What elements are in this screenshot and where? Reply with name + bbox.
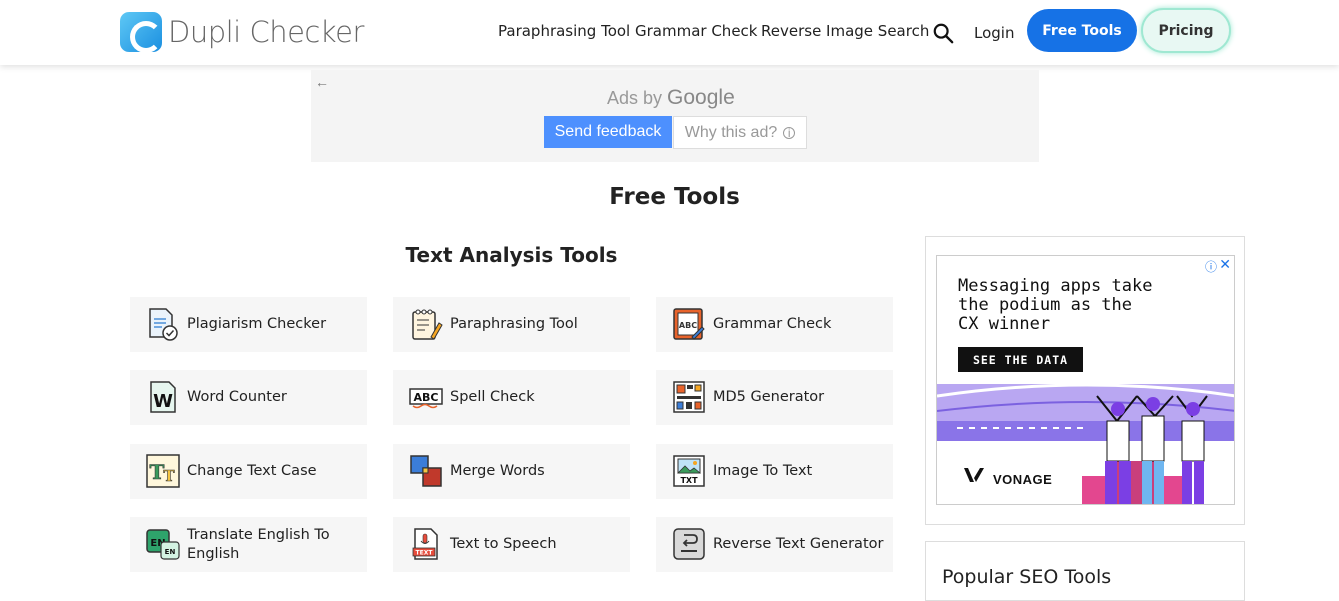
google-label: Google: [667, 86, 735, 109]
tool-card-grammar-check[interactable]: ABC Grammar Check: [656, 297, 893, 352]
why-this-ad-button[interactable]: Why this ad? i: [673, 116, 807, 149]
tool-label: MD5 Generator: [713, 389, 825, 405]
image-to-text-icon: TXT: [673, 455, 705, 487]
tool-label: Reverse Text Generator: [713, 536, 884, 552]
tool-label: Merge Words: [450, 463, 545, 479]
tool-label: Plagiarism Checker: [187, 316, 327, 332]
ads-by-label: Ads by: [607, 88, 663, 108]
ad-headline: Messaging apps take the podium as the CX…: [958, 276, 1153, 334]
ad-info-icon[interactable]: ⓘ: [1205, 258, 1217, 275]
plagiarism-icon: [149, 308, 178, 341]
pricing-button[interactable]: Pricing: [1141, 8, 1231, 53]
google-ad-strip: ← Ads by Google Send feedback Why this a…: [311, 70, 1039, 162]
login-link[interactable]: Login: [974, 24, 1014, 42]
tool-label: Change Text Case: [187, 463, 317, 479]
grammar-icon: ABC: [673, 308, 705, 340]
svg-text:T: T: [150, 460, 165, 484]
logo-text: Dupli Checker: [168, 15, 364, 49]
ads-by-google: Ads by Google: [607, 86, 735, 110]
svg-text:W: W: [153, 391, 173, 412]
tool-card-md5-generator[interactable]: MD5 Generator: [656, 370, 893, 425]
tool-card-image-to-text[interactable]: TXT Image To Text: [656, 444, 893, 499]
nav-grammar-check[interactable]: Grammar Check: [635, 22, 757, 40]
svg-text:ABC: ABC: [414, 391, 439, 404]
md5-icon: [673, 381, 705, 413]
svg-text:T: T: [163, 467, 175, 485]
nav-reverse-image-search[interactable]: Reverse Image Search: [761, 22, 929, 40]
popular-seo-tools-title: Popular SEO Tools: [942, 566, 1112, 588]
page-title: Free Tools: [609, 184, 740, 210]
tool-card-merge-words[interactable]: Merge Words: [393, 444, 630, 499]
free-tools-button[interactable]: Free Tools: [1027, 9, 1137, 52]
site-header: Dupli Checker Paraphrasing Tool Grammar …: [0, 0, 1339, 65]
spell-check-icon: ABC: [409, 388, 443, 409]
svg-text:TXT: TXT: [680, 476, 698, 485]
tool-label: Translate English To English: [187, 526, 330, 562]
site-logo[interactable]: Dupli Checker: [120, 12, 364, 53]
svg-text:ABC: ABC: [679, 321, 697, 330]
popular-seo-tools-box: Popular SEO Tools: [925, 541, 1245, 601]
search-icon[interactable]: [932, 22, 954, 44]
tool-label: Text to Speech: [450, 536, 557, 552]
tool-card-change-text-case[interactable]: T T Change Text Case: [130, 444, 367, 499]
send-feedback-button[interactable]: Send feedback: [544, 116, 672, 148]
logo-icon: [120, 12, 162, 53]
vonage-ad[interactable]: Messaging apps take the podium as the CX…: [936, 255, 1235, 505]
tool-card-paraphrasing-tool[interactable]: Paraphrasing Tool: [393, 297, 630, 352]
tool-card-reverse-text-generator[interactable]: Reverse Text Generator: [656, 517, 893, 572]
text-to-speech-icon: TEXT: [412, 528, 438, 560]
text-case-icon: T T: [146, 454, 180, 488]
tool-label: Paraphrasing Tool: [450, 316, 578, 332]
why-this-ad-label: Why this ad?: [684, 123, 778, 141]
word-counter-icon: W: [150, 381, 176, 413]
side-ad-container: Messaging apps take the podium as the CX…: [925, 236, 1245, 525]
vonage-logo-icon: [964, 468, 984, 482]
nav-paraphrasing-tool[interactable]: Paraphrasing Tool: [498, 22, 630, 40]
section-subtitle: Text Analysis Tools: [405, 243, 618, 267]
tool-card-plagiarism-checker[interactable]: Plagiarism Checker: [130, 297, 367, 352]
tool-label: Image To Text: [713, 463, 813, 479]
svg-text:TEXT: TEXT: [416, 550, 434, 557]
tool-label: Grammar Check: [713, 316, 832, 332]
ad-close-icon[interactable]: ✕: [1219, 256, 1231, 273]
tool-card-spell-check[interactable]: ABC Spell Check: [393, 370, 630, 425]
merge-words-icon: [410, 455, 442, 487]
tool-card-word-counter[interactable]: W Word Counter: [130, 370, 367, 425]
tool-card-translate-english[interactable]: EN EN Translate English To English: [130, 517, 367, 572]
back-arrow-icon[interactable]: ←: [315, 74, 329, 90]
vonage-brand: VONAGE: [993, 472, 1053, 487]
translate-icon: EN EN: [146, 529, 180, 560]
svg-text:EN: EN: [165, 548, 176, 556]
reverse-text-icon: [673, 528, 705, 560]
tool-card-text-to-speech[interactable]: TEXT Text to Speech: [393, 517, 630, 572]
tool-label: Word Counter: [187, 389, 287, 405]
paraphrasing-icon: [412, 309, 443, 340]
info-icon: i: [783, 126, 796, 140]
tool-label: Spell Check: [450, 389, 535, 405]
